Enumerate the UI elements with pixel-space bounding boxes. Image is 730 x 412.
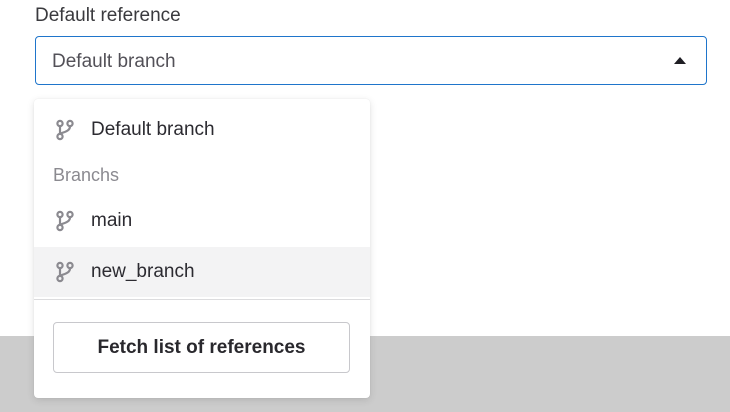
dropdown-divider: [34, 299, 370, 300]
reference-dropdown: Default branch Branchs main new_branch F…: [34, 99, 370, 398]
select-value: Default branch: [52, 51, 176, 72]
default-reference-select[interactable]: Default branch: [35, 36, 707, 85]
page: Default reference Default branch Default…: [0, 0, 730, 412]
group-header-branches: Branchs: [53, 165, 120, 185]
branch-icon: [56, 119, 74, 141]
caret-up-icon: [674, 57, 686, 64]
dropdown-item-label: Default branch: [91, 119, 215, 140]
dropdown-item-label: main: [91, 210, 133, 231]
dropdown-item-default-branch[interactable]: Default branch: [34, 105, 370, 155]
dropdown-item-new-branch[interactable]: new_branch: [34, 247, 370, 297]
dropdown-item-main[interactable]: main: [34, 196, 370, 246]
dropdown-item-label: new_branch: [91, 261, 195, 282]
branch-icon: [56, 210, 74, 232]
fetch-references-button[interactable]: Fetch list of references: [53, 322, 350, 373]
branch-icon: [56, 261, 74, 283]
field-label: Default reference: [35, 5, 181, 26]
